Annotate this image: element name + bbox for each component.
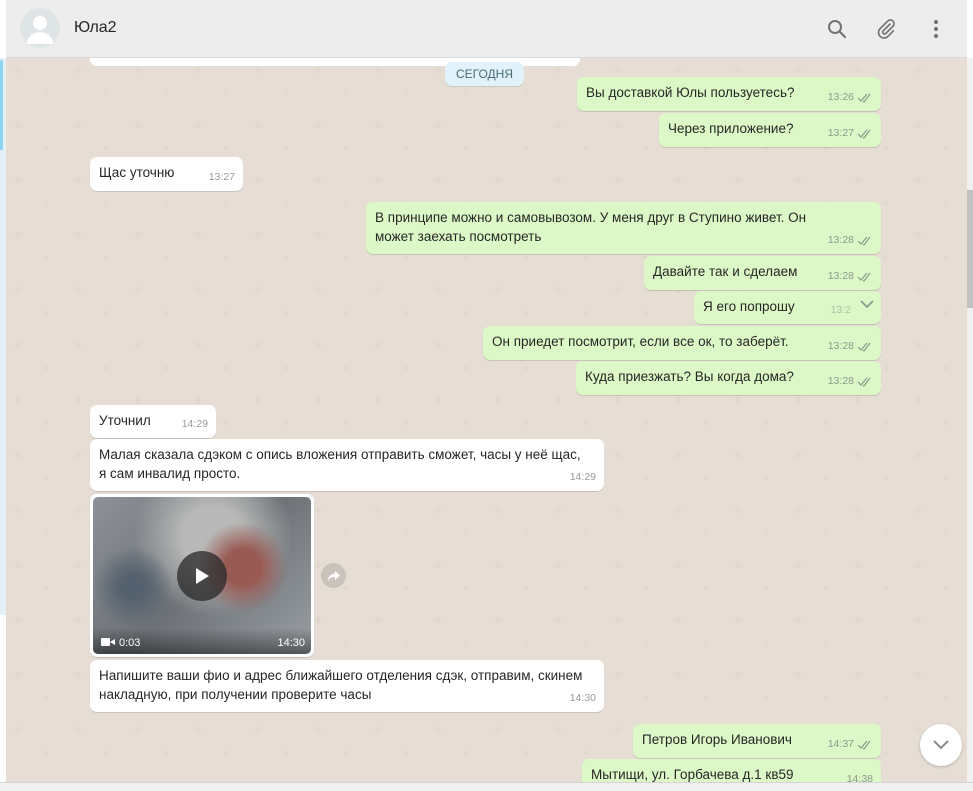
message-time: 13:2 — [830, 304, 851, 316]
message-time: 13:27 — [208, 171, 235, 183]
read-ticks-icon — [857, 740, 871, 750]
contact-name[interactable]: Юла2 — [74, 19, 117, 37]
message-meta: 13:2 — [831, 301, 851, 320]
message-time: 13:27 — [827, 127, 854, 139]
attach-icon[interactable] — [873, 16, 899, 42]
read-ticks-icon — [857, 129, 871, 139]
message-time: 13:28 — [827, 340, 854, 352]
video-thumbnail[interactable]: 0:03 14:30 — [93, 497, 311, 654]
message-text: Малая сказала сдэком с опись вложения от… — [99, 447, 581, 481]
message-time: 14:30 — [569, 692, 596, 704]
outgoing-message[interactable]: Петров Игорь Иванович 14:37 — [633, 724, 881, 758]
outgoing-message[interactable]: Давайте так и сделаем 13:28 — [644, 256, 881, 290]
message-meta: 13:28 — [828, 337, 873, 356]
outgoing-message[interactable]: В принципе можно и самовывозом. У меня д… — [366, 202, 881, 254]
message-time: 13:28 — [827, 270, 854, 282]
scrollbar[interactable] — [967, 58, 973, 782]
message-time: 14:30 — [277, 637, 305, 649]
message-meta: 13:28 — [828, 231, 873, 250]
message-meta: 14:30 — [570, 689, 596, 708]
message-meta: 13:27 — [209, 168, 235, 187]
outgoing-message[interactable]: Я его попрошу 13:2 — [694, 291, 881, 324]
message-meta: 13:26 — [828, 88, 873, 107]
scroll-to-bottom-button[interactable] — [920, 724, 962, 766]
incoming-message[interactable]: Малая сказала сдэком с опись вложения от… — [90, 439, 604, 491]
read-ticks-icon — [857, 272, 871, 282]
incoming-message[interactable]: Напишите ваши фио и адрес ближайшего отд… — [90, 660, 604, 712]
read-ticks-icon — [857, 93, 871, 103]
scrollbar-thumb[interactable] — [967, 190, 973, 308]
outgoing-message[interactable]: Вы доставкой Юлы пользуетесь? 13:26 — [577, 77, 881, 111]
message-time: 13:26 — [827, 91, 854, 103]
message-meta: 14:29 — [570, 468, 596, 487]
message-meta: 13:27 — [828, 124, 873, 143]
forward-button[interactable] — [321, 563, 346, 588]
avatar[interactable] — [20, 8, 60, 48]
outgoing-message[interactable]: Мытищи, ул. Горбачева д.1 кв59 14:38 — [582, 759, 881, 782]
message-time: 14:38 — [846, 773, 873, 782]
message-list[interactable]: СЕГОДНЯ Вы доставкой Юлы пользуетесь? 13… — [6, 58, 967, 782]
date-separator: СЕГОДНЯ — [445, 62, 524, 86]
read-ticks-icon — [857, 342, 871, 352]
message-time: 13:28 — [827, 234, 854, 246]
chevron-down-icon — [933, 740, 949, 750]
video-duration: 0:03 — [119, 637, 141, 649]
message-meta: 14:29 — [182, 415, 208, 434]
message-time: 14:29 — [569, 471, 596, 483]
message-meta: 14:37 — [828, 735, 873, 754]
play-button[interactable] — [177, 551, 227, 601]
incoming-message[interactable]: Щас уточню 13:27 — [90, 157, 243, 191]
message-text: Он приедет посмотрит, если все ок, то за… — [492, 334, 789, 349]
outgoing-message[interactable]: Куда приезжать? Вы когда дома? 13:28 — [576, 361, 881, 395]
message-time: 14:37 — [827, 738, 854, 750]
message-text: В принципе можно и самовывозом. У меня д… — [375, 210, 807, 244]
forward-icon — [327, 570, 340, 581]
message-meta: 14:38 — [847, 770, 873, 782]
video-camera-icon — [101, 638, 115, 646]
outgoing-message[interactable]: Через приложение? 13:27 — [659, 113, 881, 147]
read-ticks-icon — [857, 236, 871, 246]
incoming-message[interactable]: Уточнил 14:29 — [90, 405, 216, 438]
chat-header: Юла2 — [6, 0, 967, 58]
search-icon[interactable] — [824, 16, 850, 42]
message-meta: 13:28 — [828, 372, 873, 391]
play-icon — [196, 568, 209, 584]
menu-icon[interactable] — [923, 16, 949, 42]
message-time: 14:29 — [181, 418, 208, 430]
message-meta: 13:28 — [828, 267, 873, 286]
message-text: Напишите ваши фио и адрес ближайшего отд… — [99, 668, 583, 702]
default-avatar-icon — [26, 16, 54, 44]
message-text: Мытищи, ул. Горбачева д.1 кв59 — [591, 767, 794, 782]
read-ticks-icon — [857, 377, 871, 387]
outgoing-message[interactable]: Он приедет посмотрит, если все ок, то за… — [483, 326, 881, 360]
left-panel-accent — [0, 60, 3, 150]
message-time: 13:28 — [827, 375, 854, 387]
chevron-down-icon[interactable] — [860, 300, 874, 309]
video-message[interactable]: 0:03 14:30 — [90, 494, 314, 657]
